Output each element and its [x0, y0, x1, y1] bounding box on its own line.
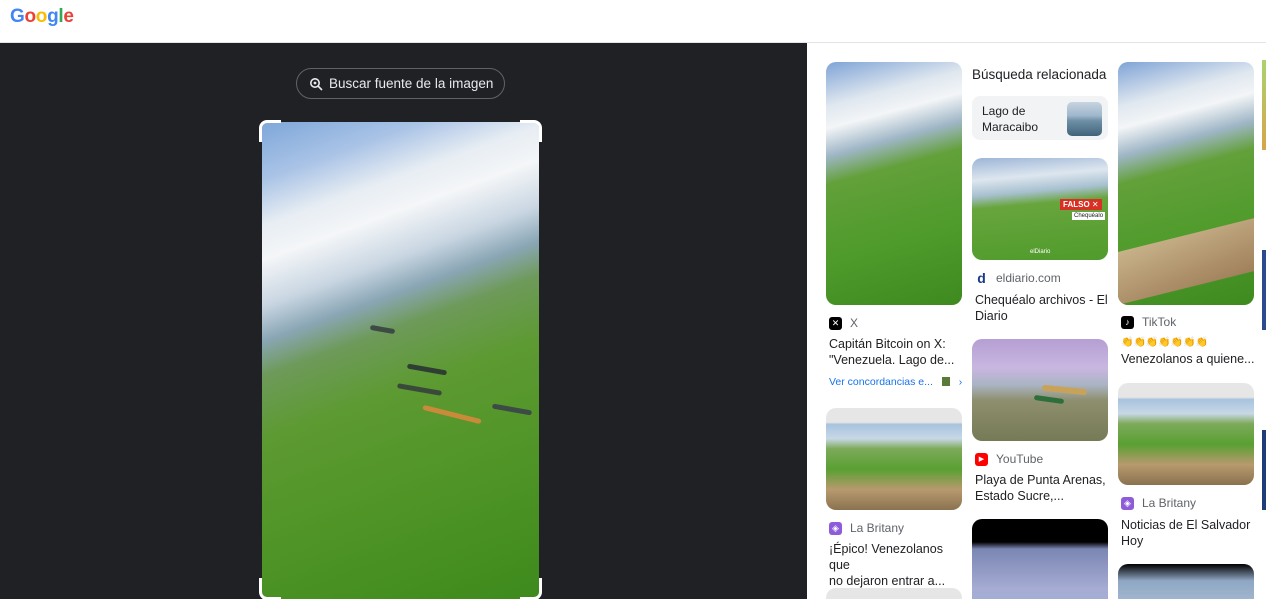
result-title[interactable]: 👏👏👏👏👏👏👏 Venezolanos a quiene...	[1121, 335, 1261, 367]
result-thumbnail[interactable]	[826, 588, 962, 599]
boat	[396, 383, 443, 396]
result-source[interactable]: ◈ La Britany	[1121, 496, 1196, 510]
tiktok-logo-icon: ♪	[1121, 315, 1134, 329]
youtube-logo-icon: ▶	[975, 452, 988, 466]
result-source-label: YouTube	[996, 452, 1044, 466]
query-image[interactable]	[262, 122, 539, 599]
result-title-line: no dejaron entrar a...	[829, 574, 946, 588]
watermark: elDiario	[1030, 249, 1051, 255]
related-search-chip[interactable]: Lago de Maracaibo	[972, 96, 1108, 140]
result-title-line: ¡Épico! Venezolanos que	[829, 542, 943, 572]
result-thumbnail[interactable]	[972, 339, 1108, 441]
related-search-thumbnail	[1067, 102, 1102, 136]
find-image-source-button[interactable]: Buscar fuente de la imagen	[296, 68, 505, 99]
see-matches-link[interactable]: Ver concordancias e... ›	[829, 376, 962, 388]
la-britany-logo-icon: ◈	[1121, 496, 1134, 510]
result-title[interactable]: Chequéalo archivos - El Diario	[975, 292, 1115, 324]
result-thumbnail[interactable]	[826, 408, 962, 510]
boat	[1033, 394, 1065, 405]
result-source-label: La Britany	[850, 521, 905, 535]
result-title-line: "Venezuela. Lago de...	[829, 353, 955, 367]
partial-thumbnail[interactable]	[1262, 250, 1266, 330]
result-title-line: Venezolanos a quiene...	[1121, 352, 1255, 366]
related-search-chip-label: Lago de Maracaibo	[982, 104, 1039, 134]
eldiario-logo-icon: d	[975, 270, 988, 286]
result-title-line: Noticias de El Salvador	[1121, 518, 1251, 532]
result-source[interactable]: ▶ YouTube	[975, 452, 1043, 466]
crop-handle[interactable]	[520, 120, 542, 142]
logo-letter: e	[63, 6, 74, 27]
result-thumbnail[interactable]	[972, 519, 1108, 599]
partial-thumbnail[interactable]	[1262, 60, 1266, 150]
image-viewer-panel: Buscar fuente de la imagen	[0, 43, 807, 599]
result-title-line: Estado Sucre,...	[975, 489, 1064, 503]
result-source-label: TikTok	[1142, 315, 1177, 329]
result-source[interactable]: d eldiario.com	[975, 270, 1061, 286]
results-panel: ✕ X Capitán Bitcoin on X: "Venezuela. La…	[807, 43, 1266, 599]
result-source-label: La Britany	[1142, 496, 1197, 510]
result-title-line: Chequéalo archivos - El	[975, 293, 1108, 307]
boat	[422, 404, 482, 425]
logo-letter: o	[35, 6, 48, 27]
result-source-label: eldiario.com	[996, 271, 1061, 285]
boat	[406, 363, 448, 376]
chequealo-badge: Chequéalo	[1072, 212, 1106, 220]
crop-handle[interactable]	[259, 120, 281, 142]
result-title[interactable]: ¡Épico! Venezolanos que no dejaron entra…	[829, 541, 967, 589]
result-title-line: Hoy	[1121, 534, 1144, 548]
x-logo-icon: ✕	[829, 316, 842, 330]
result-source[interactable]: ✕ X	[829, 316, 858, 330]
result-title-line: Playa de Punta Arenas,	[975, 473, 1106, 487]
boat	[369, 324, 396, 335]
lens-search-icon	[310, 78, 323, 91]
boat	[1041, 384, 1088, 396]
result-source[interactable]: ◈ La Britany	[829, 521, 904, 535]
google-logo[interactable]: Google	[10, 6, 74, 28]
bridge-railing	[1118, 218, 1254, 305]
result-title[interactable]: Capitán Bitcoin on X: "Venezuela. Lago d…	[829, 336, 959, 368]
result-source[interactable]: ♪ TikTok	[1121, 315, 1176, 329]
partial-thumbnail[interactable]	[1262, 430, 1266, 510]
find-image-source-label: Buscar fuente de la imagen	[329, 76, 494, 91]
boat	[491, 403, 533, 416]
result-thumbnail[interactable]	[826, 62, 962, 305]
result-title-line: 👏👏👏👏👏👏👏	[1121, 337, 1209, 348]
image-icon	[941, 377, 950, 386]
crop-handle[interactable]	[259, 578, 281, 599]
logo-letter: G	[10, 6, 25, 27]
result-thumbnail[interactable]	[1118, 564, 1254, 599]
related-search-heading: Búsqueda relacionada	[972, 67, 1107, 82]
logo-letter: g	[47, 6, 59, 27]
top-bar: Google	[0, 0, 1266, 43]
la-britany-logo-icon: ◈	[829, 521, 842, 535]
chevron-right-icon: ›	[958, 376, 963, 388]
result-title-line: Capitán Bitcoin on X:	[829, 337, 946, 351]
crop-handle[interactable]	[520, 578, 542, 599]
result-thumbnail[interactable]	[1118, 62, 1254, 305]
result-source-label: X	[850, 316, 859, 330]
false-badge: FALSO ✕	[1060, 199, 1102, 210]
result-thumbnail[interactable]	[1118, 383, 1254, 485]
result-thumbnail[interactable]: FALSO ✕ Chequéalo elDiario	[972, 158, 1108, 260]
result-title[interactable]: Noticias de El Salvador Hoy	[1121, 517, 1261, 549]
result-title-line: Diario	[975, 309, 1008, 323]
result-title[interactable]: Playa de Punta Arenas, Estado Sucre,...	[975, 472, 1115, 504]
logo-letter: o	[24, 6, 36, 27]
see-matches-link-label: Ver concordancias e...	[829, 376, 933, 388]
